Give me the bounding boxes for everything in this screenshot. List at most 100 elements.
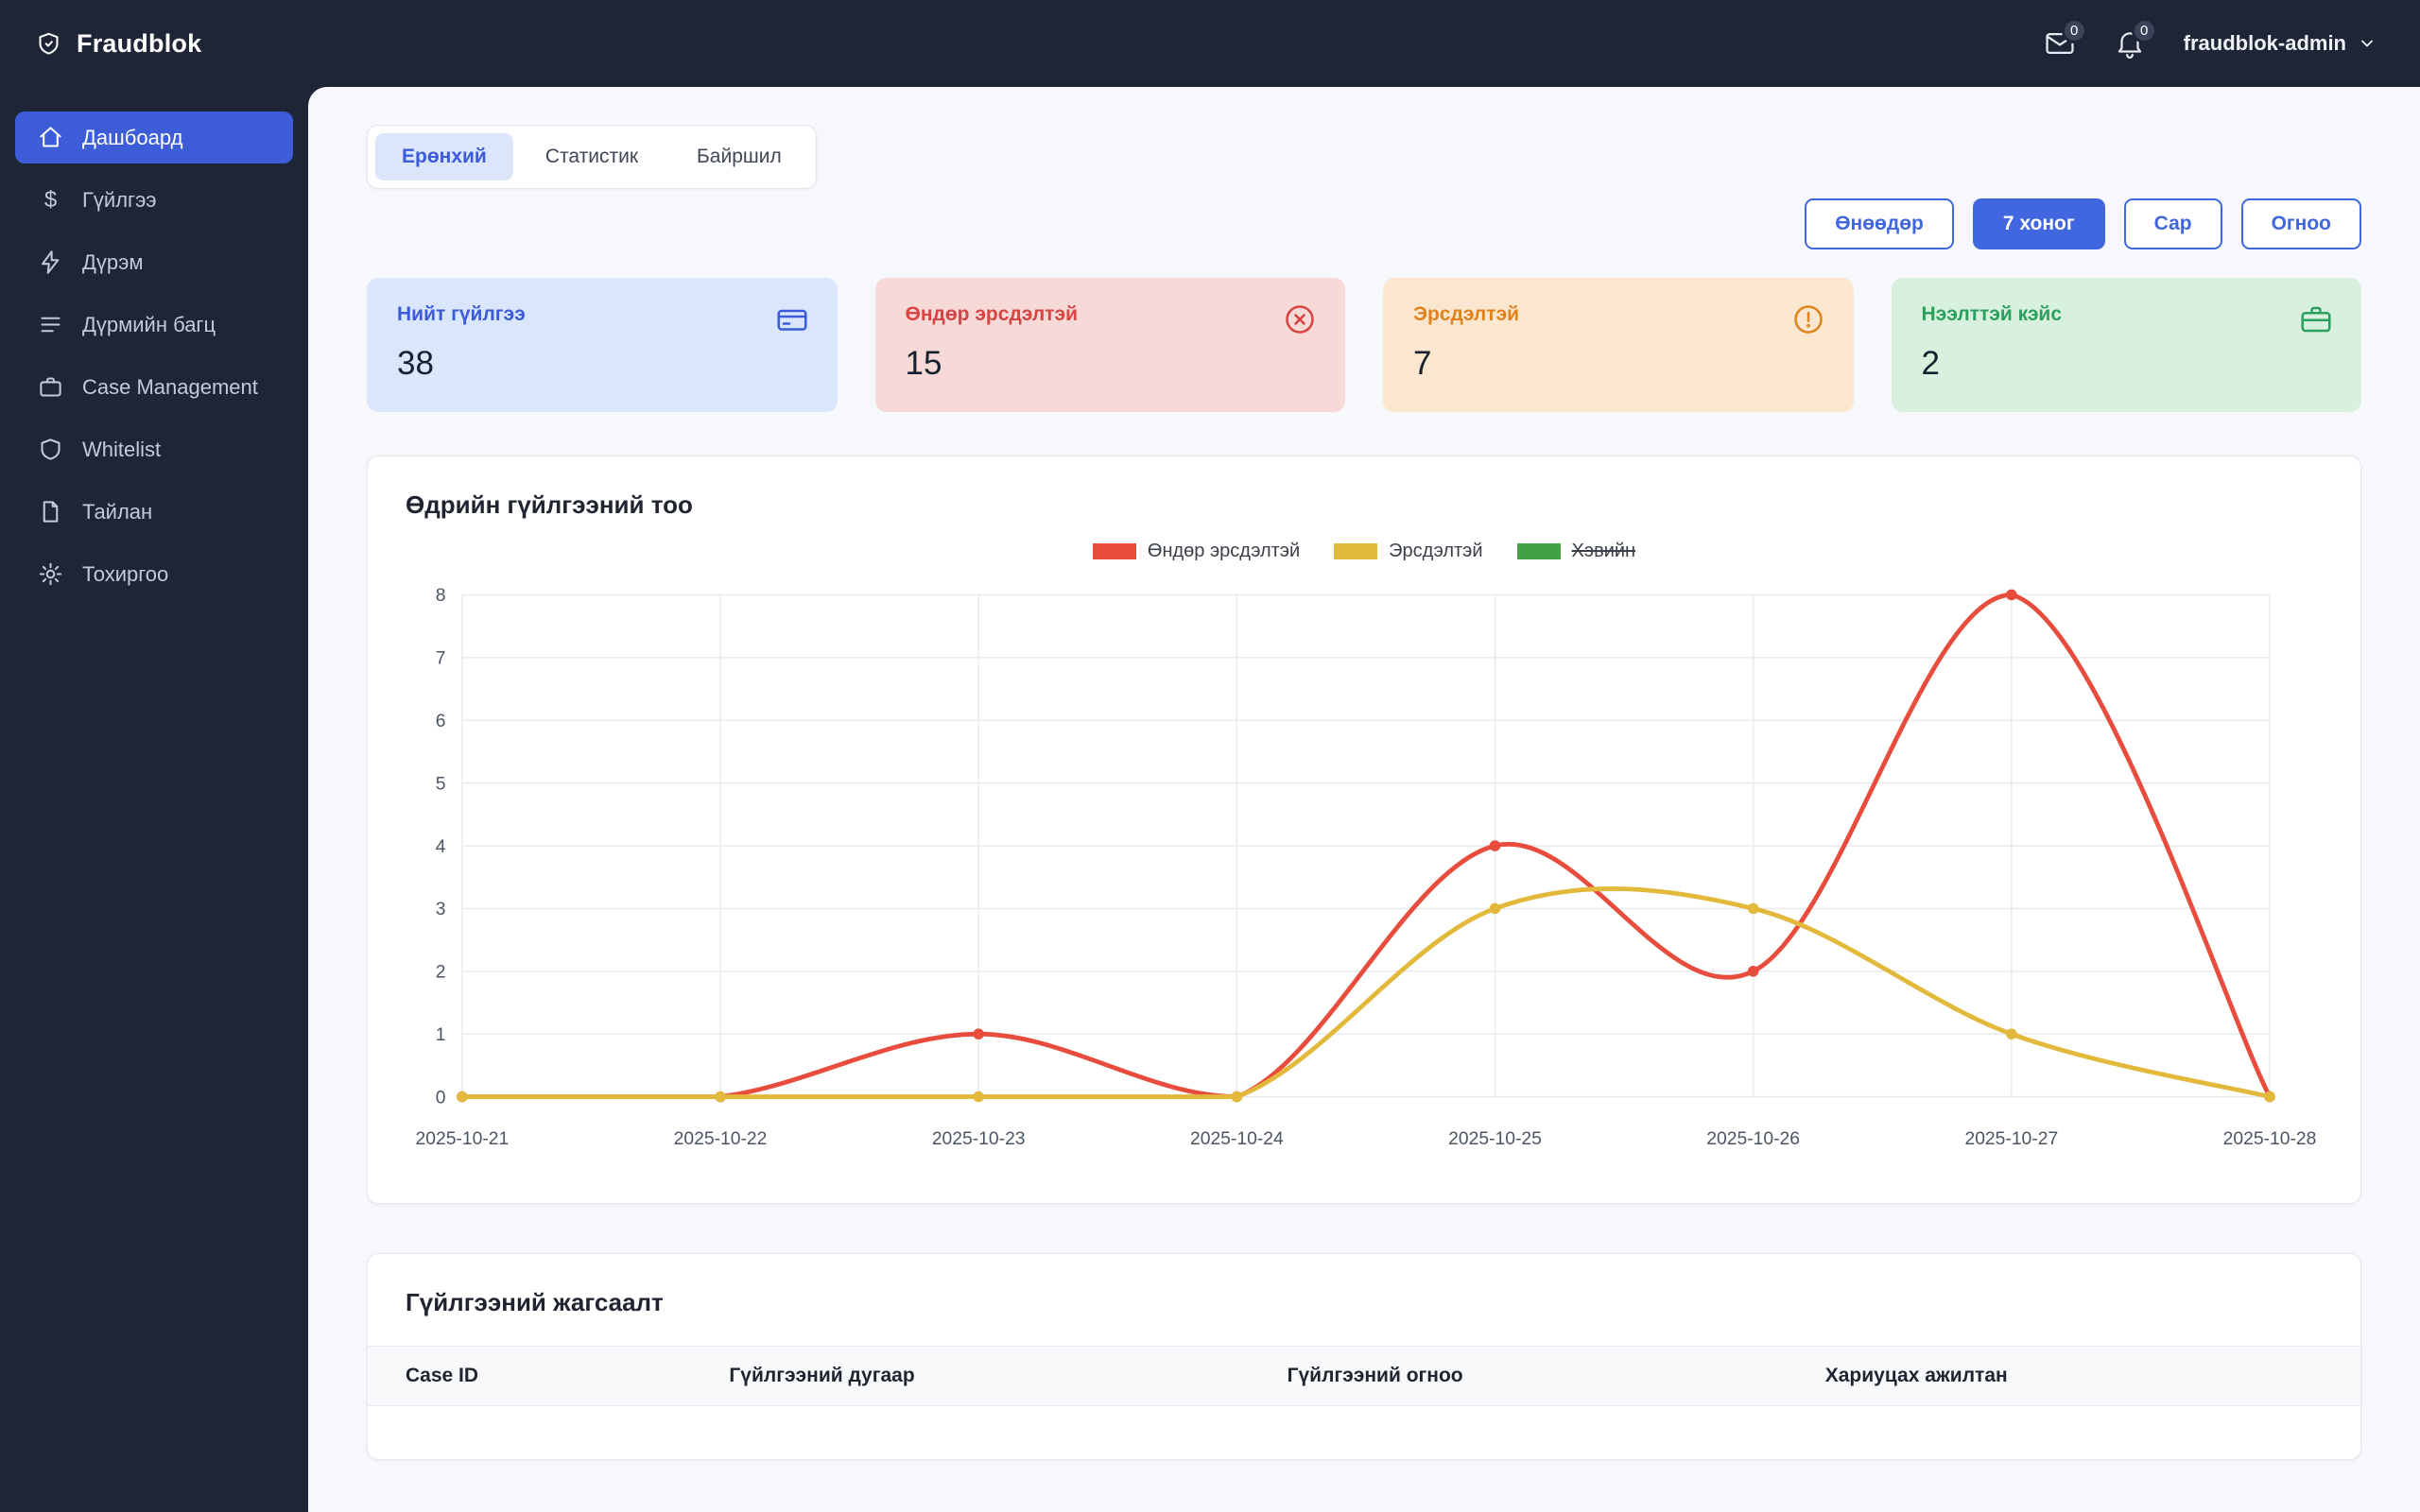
svg-text:8: 8 bbox=[436, 586, 446, 606]
home-icon bbox=[38, 125, 63, 150]
table-header-row: Case ID Гүйлгээний дугаар Гүйлгээний огн… bbox=[368, 1346, 2360, 1406]
column-header-assignee: Хариуцах ажилтан bbox=[1824, 1365, 2008, 1386]
wallet-icon bbox=[775, 302, 809, 336]
list-icon bbox=[38, 312, 63, 337]
tab-location[interactable]: Байршил bbox=[670, 133, 808, 180]
filter-date-button[interactable]: Огноо bbox=[2240, 198, 2361, 249]
table-title: Гүйлгээний жагсаалт bbox=[406, 1288, 664, 1316]
svg-text:2025-10-28: 2025-10-28 bbox=[2223, 1129, 2317, 1149]
legend-item[interactable]: Эрсдэлтэй bbox=[1334, 541, 1483, 562]
mail-badge: 0 bbox=[2061, 18, 2087, 43]
transactions-table-card: Гүйлгээний жагсаалт Case ID Гүйлгээний д… bbox=[367, 1253, 2361, 1460]
sidebar-item-label: Дүрэм bbox=[82, 249, 144, 274]
svg-text:3: 3 bbox=[436, 900, 446, 919]
sidebar: Fraudblok Дашбоард $ Гүйлгээ Дүрэм Дүрми… bbox=[0, 0, 308, 1512]
svg-text:2025-10-26: 2025-10-26 bbox=[1706, 1129, 1800, 1149]
svg-text:2025-10-24: 2025-10-24 bbox=[1190, 1129, 1284, 1149]
mail-button[interactable]: 0 bbox=[2044, 18, 2087, 60]
tab-statistics[interactable]: Статистик bbox=[519, 133, 665, 180]
svg-text:0: 0 bbox=[436, 1088, 446, 1108]
sidebar-item-transactions[interactable]: $ Гүйлгээ bbox=[15, 174, 293, 226]
username: fraudblok-admin bbox=[2183, 31, 2346, 55]
tab-overview[interactable]: Ерөнхий bbox=[375, 133, 513, 180]
briefcase-icon bbox=[2299, 302, 2333, 336]
dollar-icon: $ bbox=[43, 187, 58, 213]
sidebar-item-whitelist[interactable]: Whitelist bbox=[15, 423, 293, 475]
legend-item[interactable]: Өндөр эрсдэлтэй bbox=[1092, 541, 1301, 562]
sidebar-item-dashboard[interactable]: Дашбоард bbox=[15, 112, 293, 163]
svg-text:5: 5 bbox=[436, 774, 446, 794]
sidebar-item-label: Гүйлгээ bbox=[82, 187, 157, 212]
column-header-transaction-number: Гүйлгээний дугаар bbox=[729, 1365, 915, 1386]
sidebar-item-label: Тохиргоо bbox=[82, 561, 169, 586]
daily-transactions-chart-card: Өдрийн гүйлгээний тоо Өндөр эрсдэлтэй Эрс… bbox=[367, 455, 2361, 1204]
line-chart: 0 1 2 3 4 5 6 7 8 2025-10-21 2025-10-22 2025-10-23 2… bbox=[416, 586, 2317, 1149]
user-menu[interactable]: fraudblok-admin bbox=[2184, 31, 2377, 56]
app-title: Fraudblok bbox=[77, 28, 202, 58]
app-logo: Fraudblok bbox=[0, 0, 308, 87]
svg-text:1: 1 bbox=[436, 1025, 446, 1045]
stat-cards: Нийт гүйлгээ 38 Өндөр эрсдэлтэй 15 Эрсдэ… bbox=[367, 278, 2361, 412]
filter-month-button[interactable]: Сар bbox=[2123, 198, 2222, 249]
filter-7days-button[interactable]: 7 хоног bbox=[1972, 198, 2105, 249]
bell-badge: 0 bbox=[2131, 18, 2157, 43]
legend-swatch bbox=[1516, 543, 1561, 559]
main-column: 0 0 fraudblok-admin Ерөнхий Статистик Ба… bbox=[308, 0, 2420, 1512]
tab-bar: Ерөнхий Статистик Байршил bbox=[367, 125, 817, 189]
sidebar-item-settings[interactable]: Тохиргоо bbox=[15, 548, 293, 600]
sidebar-item-label: Тайлан bbox=[82, 499, 153, 524]
sidebar-item-label: Дүрмийн багц bbox=[82, 312, 216, 336]
stat-card-risky: Эрсдэлтэй 7 bbox=[1383, 278, 1854, 412]
column-header-case-id: Case ID bbox=[406, 1365, 479, 1386]
sidebar-item-label: Case Management bbox=[82, 374, 258, 399]
shield-logo-icon bbox=[36, 31, 61, 57]
alert-circle-icon bbox=[1791, 302, 1825, 336]
svg-text:2025-10-27: 2025-10-27 bbox=[1964, 1129, 2058, 1149]
svg-text:2025-10-23: 2025-10-23 bbox=[932, 1129, 1026, 1149]
stat-value: 15 bbox=[905, 345, 942, 382]
stat-label: Өндөр эрсдэлтэй bbox=[905, 303, 1078, 325]
chart-legend: Өндөр эрсдэлтэй Эрсдэлтэй Хэвийн bbox=[406, 541, 2323, 562]
chart-title: Өдрийн гүйлгээний тоо bbox=[406, 490, 693, 519]
content: Ерөнхий Статистик Байршил Өнөөдөр 7 хоно… bbox=[308, 87, 2420, 1512]
stat-value: 38 bbox=[397, 345, 434, 382]
stat-label: Нээлттэй кэйс bbox=[1921, 303, 2063, 325]
column-header-transaction-date: Гүйлгээний огноо bbox=[1287, 1365, 1463, 1386]
chevron-down-icon bbox=[2361, 40, 2373, 47]
svg-text:2025-10-25: 2025-10-25 bbox=[1448, 1129, 1542, 1149]
legend-swatch bbox=[1334, 543, 1378, 559]
gear-icon bbox=[38, 561, 63, 587]
legend-label: Өндөр эрсдэлтэй bbox=[1147, 541, 1301, 561]
shield-icon bbox=[38, 437, 63, 462]
stat-label: Нийт гүйлгээ bbox=[397, 303, 526, 325]
sidebar-item-case-management[interactable]: Case Management bbox=[15, 361, 293, 413]
stat-card-total-transactions: Нийт гүйлгээ 38 bbox=[367, 278, 838, 412]
date-filters: Өнөөдөр 7 хоног Сар Огноо bbox=[367, 198, 2361, 249]
legend-label: Эрсдэлтэй bbox=[1389, 541, 1483, 561]
filter-today-button[interactable]: Өнөөдөр bbox=[1805, 198, 1954, 249]
legend-item[interactable]: Хэвийн bbox=[1516, 541, 1636, 562]
svg-text:2025-10-22: 2025-10-22 bbox=[674, 1129, 768, 1149]
svg-text:2: 2 bbox=[436, 963, 446, 983]
sidebar-item-rule-sets[interactable]: Дүрмийн багц bbox=[15, 299, 293, 351]
legend-label: Хэвийн bbox=[1571, 541, 1636, 561]
stat-card-high-risk: Өндөр эрсдэлтэй 15 bbox=[874, 278, 1345, 412]
sidebar-item-label: Дашбоард bbox=[82, 125, 183, 149]
transactions-table: Case ID Гүйлгээний дугаар Гүйлгээний огн… bbox=[368, 1346, 2360, 1406]
bolt-icon bbox=[38, 249, 63, 275]
stat-value: 7 bbox=[1413, 345, 1432, 382]
sidebar-item-label: Whitelist bbox=[82, 437, 162, 461]
topbar: 0 0 fraudblok-admin bbox=[308, 0, 2420, 87]
bell-button[interactable]: 0 bbox=[2114, 18, 2157, 60]
svg-text:6: 6 bbox=[436, 712, 446, 731]
sidebar-item-reports[interactable]: Тайлан bbox=[15, 486, 293, 538]
legend-swatch bbox=[1092, 543, 1136, 559]
stat-label: Эрсдэлтэй bbox=[1413, 303, 1519, 325]
stat-value: 2 bbox=[1921, 345, 1940, 382]
svg-text:7: 7 bbox=[436, 649, 446, 669]
stat-card-open-cases: Нээлттэй кэйс 2 bbox=[1891, 278, 2361, 412]
svg-text:4: 4 bbox=[436, 837, 446, 857]
sidebar-item-rules[interactable]: Дүрэм bbox=[15, 236, 293, 288]
app-root: Fraudblok Дашбоард $ Гүйлгээ Дүрэм Дүрми… bbox=[0, 0, 2420, 1512]
svg-text:2025-10-21: 2025-10-21 bbox=[416, 1129, 510, 1149]
